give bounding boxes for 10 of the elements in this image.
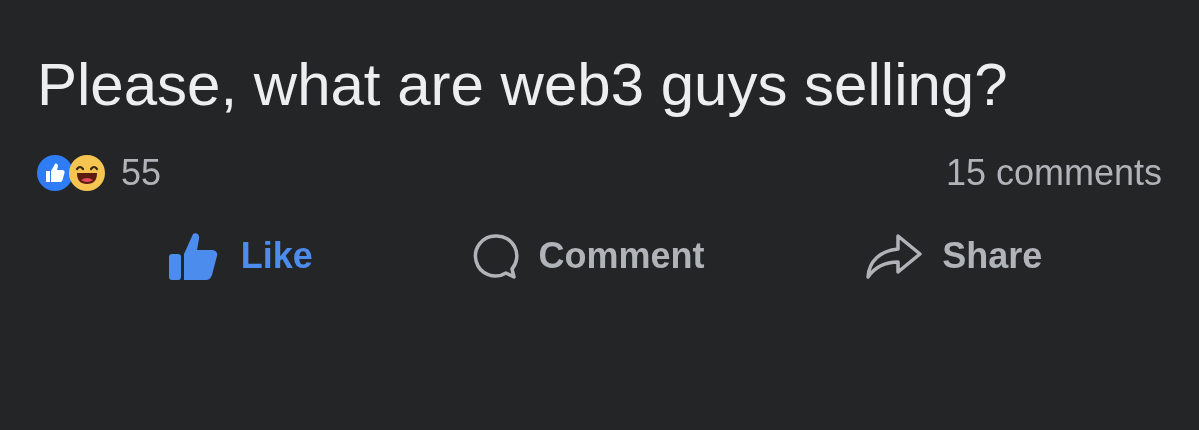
speech-bubble-icon: [472, 232, 521, 280]
comment-button[interactable]: Comment: [472, 230, 705, 282]
reaction-count[interactable]: 55: [121, 152, 162, 194]
post-text: Please, what are web3 guys selling?: [37, 50, 1009, 120]
like-button[interactable]: Like: [166, 230, 313, 282]
laughing-emoji-icon: [69, 155, 105, 191]
share-arrow-icon: [864, 233, 925, 279]
like-reaction-icon: [37, 155, 73, 191]
comment-count[interactable]: 15 comments: [945, 152, 1162, 194]
share-button[interactable]: Share: [864, 230, 1043, 282]
